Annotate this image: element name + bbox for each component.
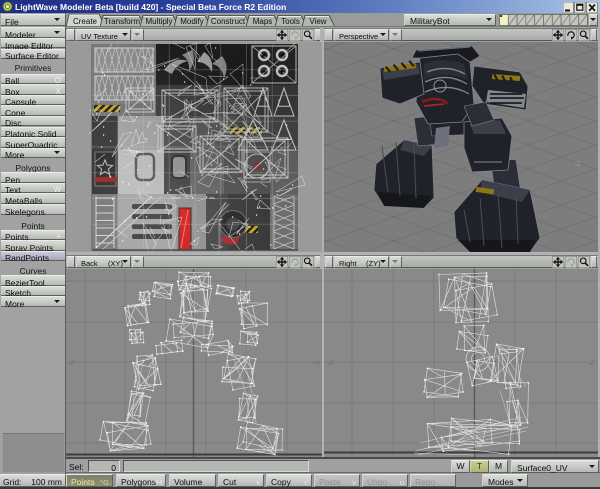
svg-text:-X: -X: [68, 360, 75, 367]
svg-text:Modify: Modify: [180, 17, 204, 26]
svg-text:+X: +X: [312, 360, 321, 367]
svg-text:Maps: Maps: [253, 17, 273, 26]
svg-text:+Z: +Z: [326, 360, 334, 367]
svg-text:Tools: Tools: [281, 17, 300, 26]
svg-text:Multiply: Multiply: [145, 17, 172, 26]
svg-text:-Z: -Z: [574, 161, 581, 168]
svg-text:Transform: Transform: [104, 17, 140, 26]
svg-text:Create: Create: [73, 17, 98, 26]
svg-text:Construct: Construct: [211, 17, 246, 26]
svg-text:-Z: -Z: [588, 360, 594, 367]
svg-text:View: View: [309, 17, 326, 26]
